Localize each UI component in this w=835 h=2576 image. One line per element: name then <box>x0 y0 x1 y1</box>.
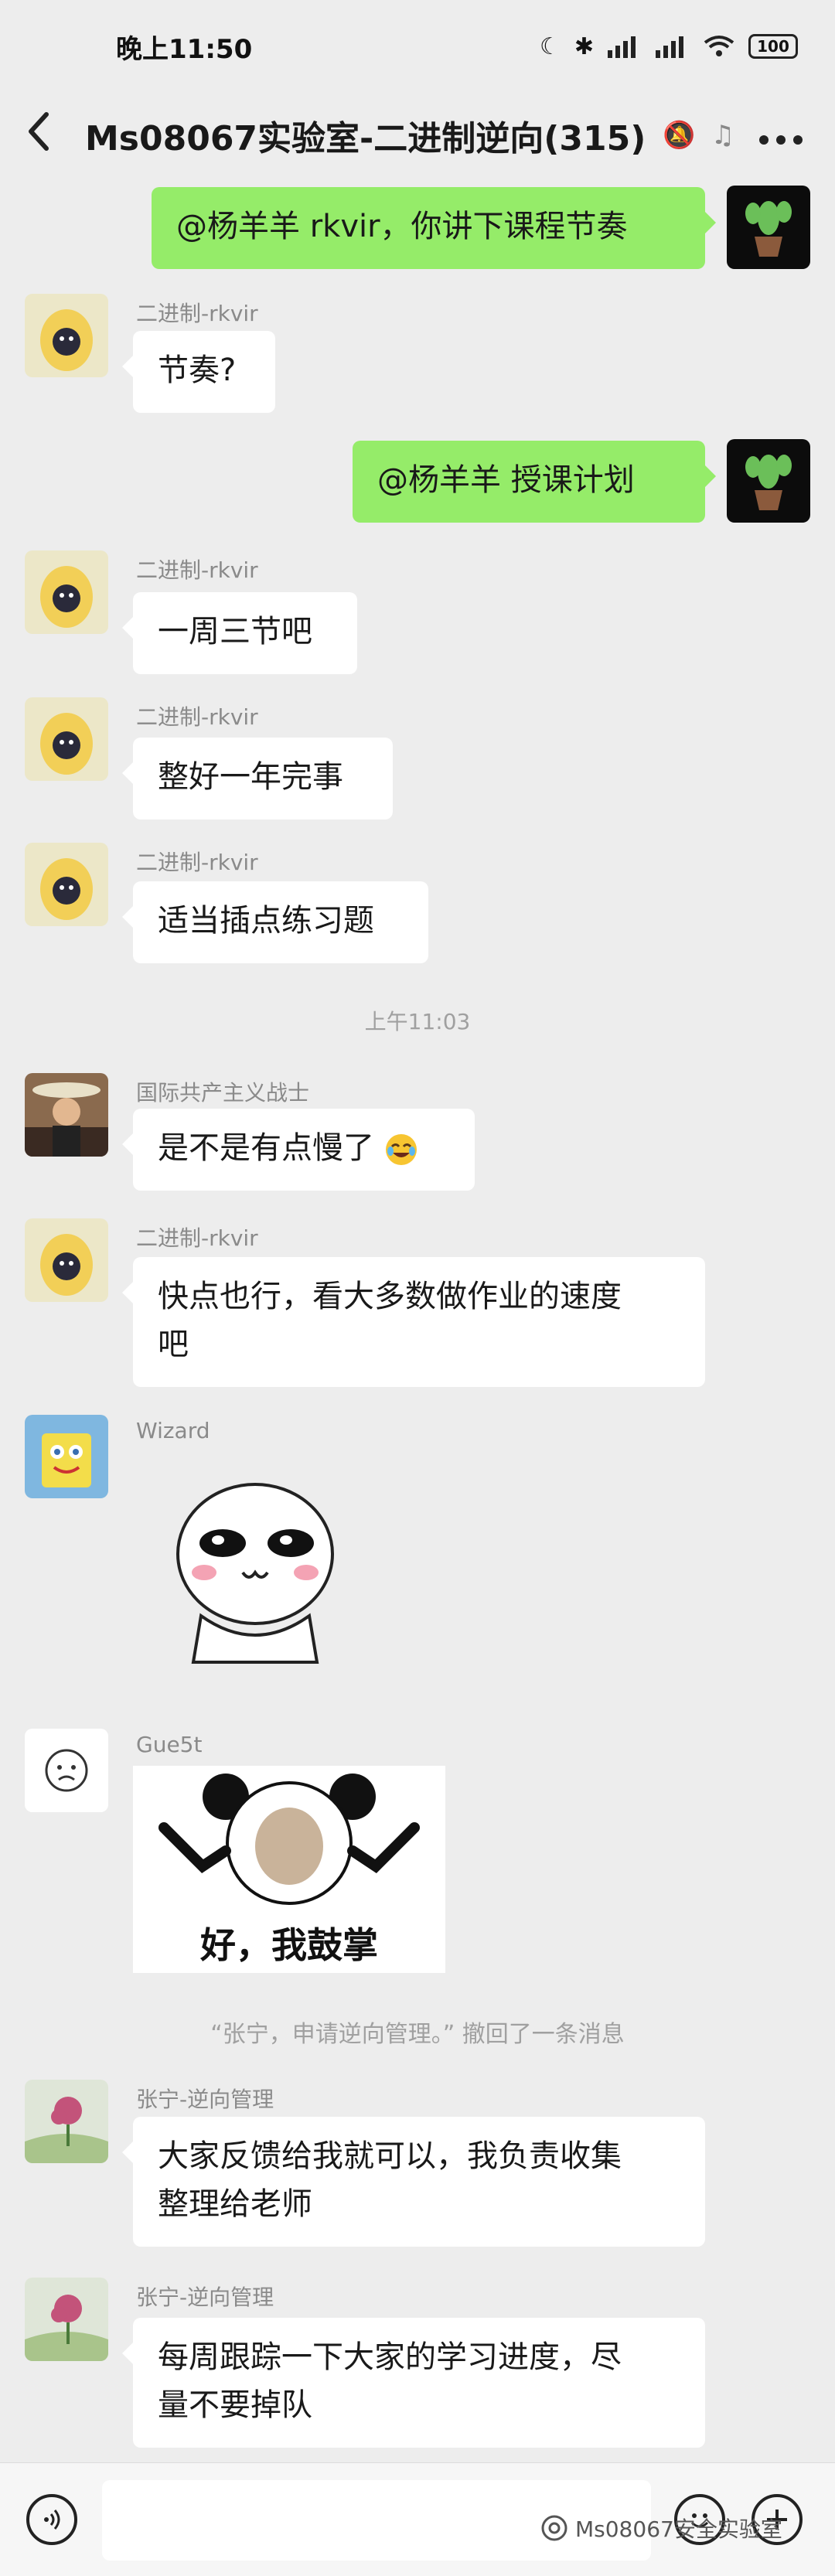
cartoon-avatar-icon <box>25 550 108 634</box>
avatar-rkvir[interactable] <box>25 697 108 781</box>
cactus-avatar-icon <box>727 439 810 523</box>
message-bubble[interactable]: 是不是有点慢了 <box>122 1109 475 1191</box>
avatar-self[interactable] <box>727 186 810 269</box>
message-bubble[interactable]: 整好一年完事 <box>122 738 393 819</box>
message-text-line: 吧 <box>158 1327 189 1362</box>
chat-title: Ms08067实验室-二进制逆向(315) <box>85 119 646 158</box>
sender-name: 二进制-rkvir <box>136 557 258 583</box>
chat-header: Ms08067实验室-二进制逆向(315) 🔕 ♫ <box>0 93 835 178</box>
back-button[interactable] <box>23 108 77 162</box>
chevron-left-icon <box>29 112 49 151</box>
crying-laughing-emoji-icon <box>385 1134 417 1165</box>
sender-name: Wizard <box>136 1418 210 1443</box>
panda-clapping-sticker-icon <box>158 1774 420 1905</box>
sender-name: 国际共产主义战士 <box>136 1080 310 1106</box>
flower-avatar-icon <box>25 2080 108 2163</box>
message-text-line: 快点也行，看大多数做作业的速度 <box>158 1279 622 1314</box>
status-bar: 晚上11:50 ☾ ✱ 100 <box>0 0 835 93</box>
message-bubble[interactable]: 快点也行，看大多数做作业的速度 吧 <box>122 1257 705 1387</box>
cactus-avatar-icon <box>727 186 810 269</box>
message-text: @杨羊羊 rkvir，你讲下课程节奏 <box>176 209 628 244</box>
avatar-guest[interactable] <box>25 1729 108 1812</box>
avatar-wizard[interactable] <box>25 1415 108 1498</box>
avatar-warrior[interactable] <box>25 1073 108 1157</box>
moon-icon: ☾ <box>539 32 561 60</box>
message-text-line: 量不要掉队 <box>158 2387 312 2423</box>
sender-name: 二进制-rkvir <box>136 850 258 875</box>
message-bubble[interactable]: 每周跟踪一下大家的学习进度，尽 量不要掉队 <box>122 2318 705 2448</box>
mute-bell-icon: 🔕 <box>663 120 696 151</box>
watermark: Ms08067安全实验室 <box>541 2513 782 2544</box>
message-bubble[interactable]: @杨羊羊 授课计划 <box>353 441 716 523</box>
recall-notice: “张宁，申请逆向管理。” 撤回了一条消息 <box>210 2021 625 2048</box>
title-status-icons: 🔕 ♫ <box>663 120 734 151</box>
more-icon <box>759 135 803 145</box>
avatar-self[interactable] <box>727 439 810 523</box>
smiling-face-sticker-icon <box>176 1483 334 1664</box>
cartoon-avatar-icon <box>25 1218 108 1302</box>
signal-icon <box>608 36 636 58</box>
signal-icon-2 <box>656 36 683 58</box>
message-text-line: 大家反馈给我就可以，我负责收集 <box>158 2138 622 2174</box>
message-text-line: 每周跟踪一下大家的学习进度，尽 <box>158 2339 622 2375</box>
sender-name: 二进制-rkvir <box>136 704 258 730</box>
voice-icon <box>44 2510 60 2530</box>
avatar-rkvir[interactable] <box>25 843 108 926</box>
sender-name: 张宁-逆向管理 <box>136 2285 274 2310</box>
voice-button[interactable] <box>26 2494 77 2545</box>
panda-clapping-sticker[interactable]: 好，我鼓掌 <box>133 1766 445 1973</box>
sender-name: 二进制-rkvir <box>136 1225 258 1251</box>
more-button[interactable] <box>758 108 804 158</box>
cartoon-avatar-icon <box>25 294 108 377</box>
sponge-avatar-icon <box>25 1415 108 1498</box>
message-text: 是不是有点慢了 <box>158 1130 374 1166</box>
message-bubble[interactable]: 节奏? <box>122 331 275 413</box>
sticker-caption: 好，我鼓掌 <box>200 1924 378 1966</box>
battery-level: 100 <box>757 37 789 56</box>
sad-face-avatar-icon <box>25 1729 108 1812</box>
status-icons: ☾ ✱ 100 <box>540 33 798 60</box>
time-divider: 上午11:03 <box>364 1009 471 1034</box>
message-text: @杨羊羊 授课计划 <box>377 462 635 498</box>
message-bubble[interactable]: 适当插点练习题 <box>122 881 428 963</box>
sender-name: Gue5t <box>136 1732 203 1757</box>
message-text: 节奏? <box>158 353 237 388</box>
message-text-line: 整理给老师 <box>158 2186 312 2222</box>
ear-icon: ♫ <box>711 120 735 151</box>
avatar-rkvir[interactable] <box>25 1218 108 1302</box>
bluetooth-icon: ✱ <box>574 32 594 60</box>
message-bubble[interactable]: 一周三节吧 <box>122 592 357 674</box>
message-bubble[interactable]: 大家反馈给我就可以，我负责收集 整理给老师 <box>122 2117 705 2247</box>
cartoon-avatar-icon <box>25 843 108 926</box>
battery-icon: 100 <box>748 34 798 59</box>
sender-name: 二进制-rkvir <box>136 301 258 326</box>
sender-name: 张宁-逆向管理 <box>136 2087 274 2112</box>
avatar-rkvir[interactable] <box>25 550 108 634</box>
message-bubble[interactable]: @杨羊羊 rkvir，你讲下课程节奏 <box>152 187 716 269</box>
wechat-official-icon <box>541 2515 567 2541</box>
person-avatar-icon <box>25 1073 108 1157</box>
status-time: 晚上11:50 <box>116 33 253 65</box>
avatar-rkvir[interactable] <box>25 294 108 377</box>
smiling-face-sticker[interactable] <box>170 1469 340 1670</box>
cartoon-avatar-icon <box>25 697 108 781</box>
wifi-icon <box>704 36 734 56</box>
flower-avatar-icon <box>25 2278 108 2361</box>
watermark-text: Ms08067安全实验室 <box>575 2516 782 2542</box>
message-text: 整好一年完事 <box>158 759 343 795</box>
message-text: 一周三节吧 <box>158 614 312 649</box>
avatar-zhangning[interactable] <box>25 2278 108 2361</box>
message-text: 适当插点练习题 <box>158 903 374 939</box>
avatar-zhangning[interactable] <box>25 2080 108 2163</box>
